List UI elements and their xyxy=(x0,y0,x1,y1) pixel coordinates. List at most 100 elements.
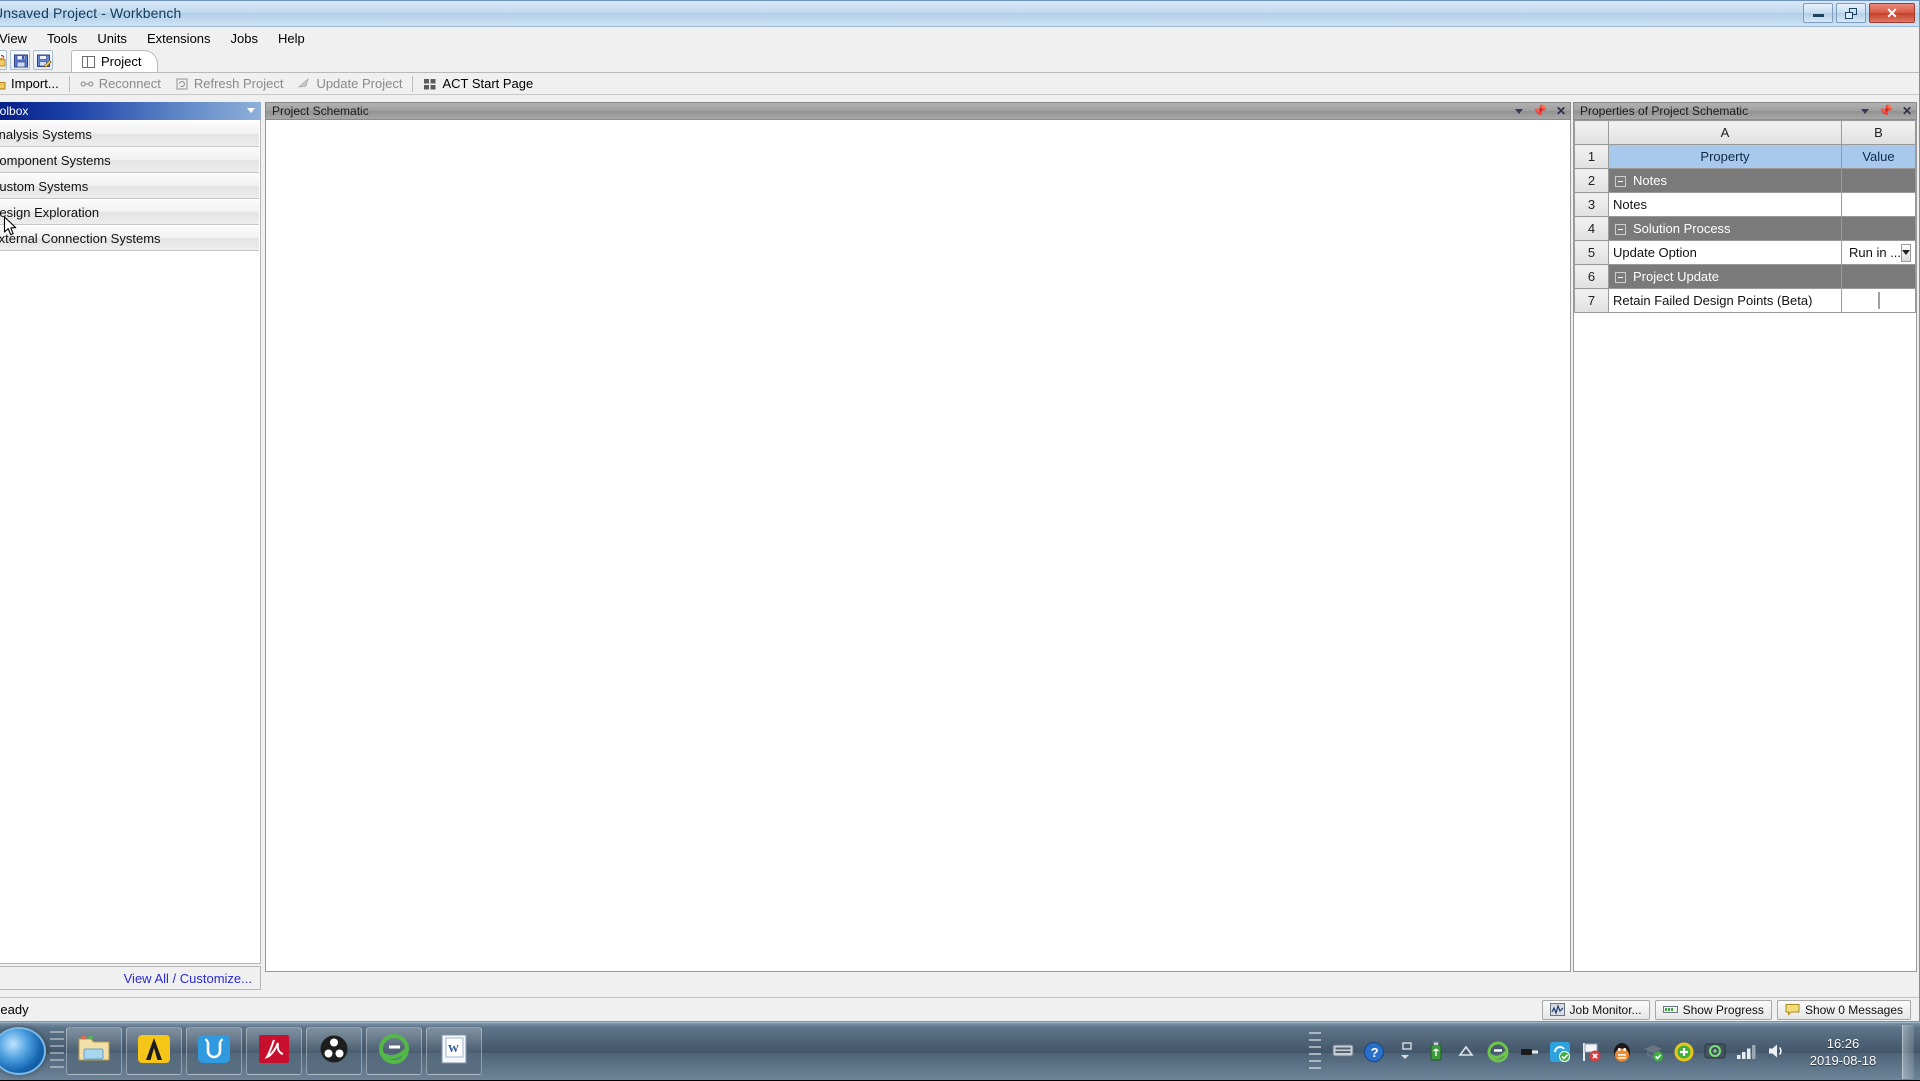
group-row-notes[interactable]: Notes xyxy=(1609,169,1842,193)
volume-icon[interactable] xyxy=(1766,1041,1788,1063)
command-toolbar: Import... Reconnect Refresh Project xyxy=(0,73,1919,95)
reconnect-button[interactable]: Reconnect xyxy=(73,74,168,94)
group-row-project-update[interactable]: Project Update xyxy=(1609,265,1842,289)
update-project-label: Update Project xyxy=(316,76,402,91)
obs-studio-icon xyxy=(317,1034,351,1069)
plus-green-icon[interactable] xyxy=(1673,1041,1695,1063)
close-icon[interactable]: ✕ xyxy=(1556,104,1566,118)
property-header-cell: Property xyxy=(1609,145,1842,169)
qq-icon[interactable] xyxy=(1611,1041,1633,1063)
signal-icon[interactable] xyxy=(1735,1041,1757,1063)
toolbox-group-component-systems[interactable]: Component Systems xyxy=(0,148,259,173)
project-layout-icon xyxy=(82,56,95,68)
update-project-button[interactable]: Update Project xyxy=(290,74,409,94)
tray-grip[interactable] xyxy=(1309,1032,1321,1072)
ansys-icon xyxy=(137,1034,171,1069)
taskbar-ansys[interactable] xyxy=(126,1027,182,1075)
help-icon[interactable]: ? xyxy=(1363,1041,1385,1063)
internet-explorer-tray-icon[interactable] xyxy=(1487,1041,1509,1063)
pin-icon[interactable]: 📌 xyxy=(1878,104,1893,118)
close-button[interactable]: ✕ xyxy=(1869,3,1915,23)
show-desktop-button[interactable] xyxy=(1902,1025,1914,1079)
taskbar-file-explorer[interactable] xyxy=(66,1027,122,1075)
taskbar-obs-studio[interactable] xyxy=(306,1027,362,1075)
group-value-cell xyxy=(1842,217,1916,241)
dropdown-icon[interactable] xyxy=(1515,109,1523,114)
project-schematic-caption: Project Schematic 📌 ✕ xyxy=(265,102,1571,120)
show-progress-button[interactable]: Show Progress xyxy=(1655,1000,1772,1020)
toolbox-group-custom-systems[interactable]: Custom Systems xyxy=(0,174,259,199)
table-row: 4 Solution Process xyxy=(1575,217,1916,241)
tab-project-label: Project xyxy=(101,54,141,69)
project-schematic-title: Project Schematic xyxy=(272,104,369,118)
retain-failed-design-points-checkbox-cell[interactable] xyxy=(1842,289,1916,313)
group-row-solution-process[interactable]: Solution Process xyxy=(1609,217,1842,241)
taskbar-microsoft-word[interactable]: W xyxy=(426,1027,482,1075)
show-hidden-icon[interactable] xyxy=(1394,1041,1416,1063)
chevron-down-icon[interactable] xyxy=(1901,244,1911,262)
usb-safely-remove-icon[interactable] xyxy=(1425,1041,1447,1063)
collapse-icon[interactable] xyxy=(1615,272,1626,283)
menu-item-help[interactable]: Help xyxy=(268,29,315,48)
tab-project[interactable]: Project xyxy=(71,50,158,72)
keyboard-icon[interactable] xyxy=(1332,1041,1354,1063)
sync-icon[interactable] xyxy=(1549,1041,1571,1063)
file-explorer-icon xyxy=(77,1034,111,1069)
update-option-combo[interactable]: Run in ... xyxy=(1842,241,1916,265)
project-schematic-canvas[interactable] xyxy=(265,120,1571,972)
menu-item-units[interactable]: Units xyxy=(87,29,137,48)
reconnect-label: Reconnect xyxy=(99,76,161,91)
graduation-icon[interactable] xyxy=(1642,1041,1664,1063)
open-folder-icon[interactable] xyxy=(0,50,7,70)
save-as-icon[interactable] xyxy=(33,50,53,70)
close-icon[interactable]: ✕ xyxy=(1902,104,1912,118)
taskbar-clock[interactable]: 16:26 2019-08-18 xyxy=(1797,1035,1889,1069)
start-orb-icon[interactable] xyxy=(0,1027,46,1075)
import-button[interactable]: Import... xyxy=(0,74,66,94)
show-messages-label: Show 0 Messages xyxy=(1805,1003,1903,1017)
collapse-icon[interactable] xyxy=(1615,224,1626,235)
chevron-down-icon[interactable] xyxy=(247,108,255,113)
act-grid-icon xyxy=(423,77,437,91)
window-title: Unsaved Project - Workbench xyxy=(0,5,181,21)
row-number: 1 xyxy=(1575,145,1609,169)
properties-caption-buttons: 📌 ✕ xyxy=(1861,103,1912,119)
menu-item-jobs[interactable]: Jobs xyxy=(221,29,268,48)
column-header-b[interactable]: B xyxy=(1842,121,1916,145)
collapse-icon[interactable] xyxy=(1615,176,1626,187)
dropdown-icon[interactable] xyxy=(1861,109,1869,114)
column-header-a[interactable]: A xyxy=(1609,121,1842,145)
toolbox-group-external-connection-systems[interactable]: External Connection Systems xyxy=(0,226,259,251)
restore-button[interactable] xyxy=(1836,3,1866,23)
taskbar-app-buttons: W xyxy=(66,1027,482,1075)
notes-value-input[interactable] xyxy=(1842,193,1916,217)
taskbar-utorrent[interactable] xyxy=(186,1027,242,1075)
taskbar-adobe-acrobat[interactable] xyxy=(246,1027,302,1075)
usb-device-icon[interactable] xyxy=(1518,1041,1540,1063)
taskbar-internet-explorer[interactable] xyxy=(366,1027,422,1075)
menu-item-extensions[interactable]: Extensions xyxy=(137,29,221,48)
toolbox-group-analysis-systems[interactable]: Analysis Systems xyxy=(0,122,259,147)
minimize-button[interactable] xyxy=(1803,3,1833,23)
checkbox-icon[interactable] xyxy=(1878,292,1880,309)
svg-text:W: W xyxy=(448,1043,459,1055)
toolbox-group-design-exploration[interactable]: Design Exploration xyxy=(0,200,259,225)
show-messages-button[interactable]: Show 0 Messages xyxy=(1777,1000,1911,1020)
taskbar-grip[interactable] xyxy=(50,1031,64,1073)
pin-icon[interactable]: 📌 xyxy=(1532,104,1547,118)
act-start-page-button[interactable]: ACT Start Page xyxy=(416,74,540,94)
menu-item-view[interactable]: View xyxy=(0,29,37,48)
view-all-customize-link[interactable]: View All / Customize... xyxy=(124,971,252,986)
refresh-project-button[interactable]: Refresh Project xyxy=(168,74,291,94)
menu-bar: View Tools Units Extensions Jobs Help xyxy=(0,27,1919,49)
reconnect-icon xyxy=(80,77,94,91)
project-schematic-panel: Project Schematic 📌 ✕ xyxy=(265,102,1571,994)
flag-error-icon[interactable] xyxy=(1580,1041,1602,1063)
arrow-up-icon[interactable] xyxy=(1456,1041,1478,1063)
menu-item-tools[interactable]: Tools xyxy=(37,29,87,48)
adobe-acrobat-icon xyxy=(257,1034,291,1069)
network-icon[interactable] xyxy=(1704,1041,1726,1063)
job-monitor-button[interactable]: Job Monitor... xyxy=(1542,1000,1650,1020)
refresh-icon xyxy=(175,77,189,91)
save-icon[interactable] xyxy=(10,50,30,70)
